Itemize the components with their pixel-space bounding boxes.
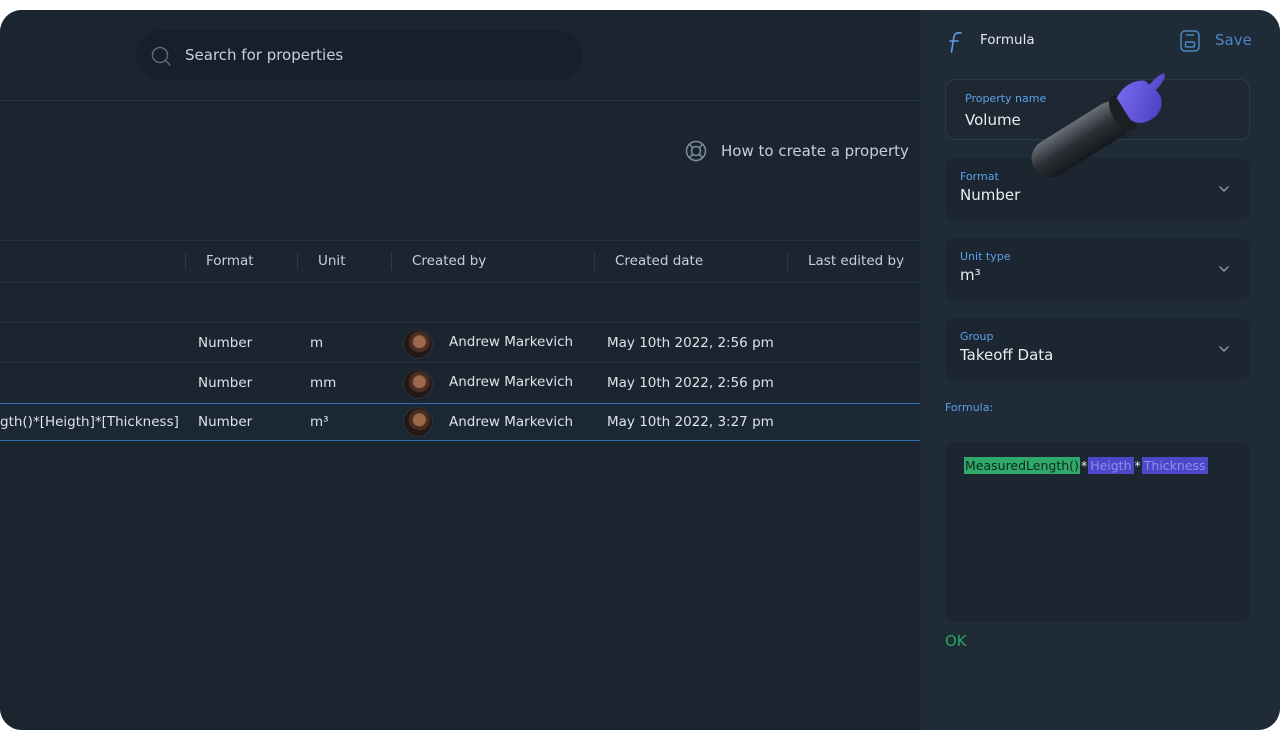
formula-token-property[interactable]: Heigth <box>1088 457 1134 474</box>
format-cell: Number <box>198 414 253 430</box>
formula-token-operator: * <box>1134 458 1141 473</box>
formula-token-function[interactable]: MeasuredLength() <box>964 457 1080 474</box>
selected-value: m³ <box>960 266 981 284</box>
column-separator <box>787 252 788 270</box>
property-name-input[interactable] <box>965 110 1215 130</box>
column-separator <box>297 252 298 270</box>
table-row-selected[interactable]: gth()*[Heigth]*[Thickness] Number m³ And… <box>0 403 920 441</box>
app-window: How to create a property Format Unit Cre… <box>0 10 1280 730</box>
chevron-down-icon <box>1219 186 1229 192</box>
unit-type-select[interactable]: Unit type m³ <box>945 238 1250 300</box>
column-separator <box>391 252 392 270</box>
panel-title: Formula <box>980 32 1035 48</box>
formula-token-property[interactable]: Thickness <box>1141 457 1208 474</box>
created-date-cell: May 10th 2022, 2:56 pm <box>607 375 774 391</box>
column-header-unit[interactable]: Unit <box>318 240 345 282</box>
lifebuoy-icon <box>685 140 707 162</box>
unit-cell: m <box>310 335 324 351</box>
search-icon <box>151 46 171 66</box>
formula-cell: gth()*[Heigth]*[Thickness] <box>0 414 179 430</box>
chevron-down-icon <box>1219 346 1229 352</box>
created-by-cell: Andrew Markevich <box>449 414 574 430</box>
field-label: Format <box>960 170 999 183</box>
column-header-last-edited-by[interactable]: Last edited by <box>808 240 904 282</box>
column-separator <box>594 252 595 270</box>
properties-main: How to create a property Format Unit Cre… <box>0 10 920 730</box>
table-row[interactable]: Number mm Andrew Markevich May 10th 2022… <box>0 363 920 403</box>
field-label: Group <box>960 330 994 343</box>
save-button[interactable]: Save <box>1215 31 1252 49</box>
table-header: Format Unit Created by Created date Last… <box>0 240 920 282</box>
group-select[interactable]: Group Takeoff Data <box>945 318 1250 380</box>
search-input[interactable] <box>185 30 565 80</box>
created-by-cell: Andrew Markevich <box>449 374 574 390</box>
formula-panel: Formula Save Property name Format Number… <box>920 10 1280 730</box>
property-name-field[interactable]: Property name <box>945 79 1250 140</box>
table-row[interactable]: Number m Andrew Markevich May 10th 2022,… <box>0 323 920 363</box>
created-by-cell: Andrew Markevich <box>449 334 574 350</box>
field-label: Unit type <box>960 250 1011 263</box>
column-separator <box>185 252 186 270</box>
unit-cell: m³ <box>310 414 329 430</box>
field-label: Property name <box>965 92 1047 105</box>
avatar <box>403 407 433 437</box>
divider <box>0 282 920 283</box>
formula-status: OK <box>945 632 967 650</box>
avatar <box>403 369 433 399</box>
help-link-label: How to create a property <box>721 142 909 160</box>
formula-editor[interactable]: MeasuredLength() * Heigth * Thickness <box>945 442 1250 622</box>
floppy-disk-icon[interactable] <box>1179 29 1201 53</box>
formula-label: Formula: <box>945 401 994 414</box>
function-icon <box>949 32 962 53</box>
created-date-cell: May 10th 2022, 2:56 pm <box>607 335 774 351</box>
formula-token-operator: * <box>1080 458 1088 473</box>
divider <box>0 100 920 101</box>
column-header-created-by[interactable]: Created by <box>412 240 486 282</box>
format-cell: Number <box>198 375 253 391</box>
selected-value: Takeoff Data <box>960 346 1054 364</box>
avatar <box>403 329 433 359</box>
unit-cell: mm <box>310 375 337 391</box>
chevron-down-icon <box>1219 266 1229 272</box>
search-bar[interactable] <box>136 30 582 80</box>
format-select[interactable]: Format Number <box>945 158 1250 220</box>
formula-expression: MeasuredLength() * Heigth * Thickness <box>964 457 1208 474</box>
format-cell: Number <box>198 335 253 351</box>
created-date-cell: May 10th 2022, 3:27 pm <box>607 414 774 430</box>
how-to-create-property-link[interactable]: How to create a property <box>684 138 909 164</box>
selected-value: Number <box>960 186 1021 204</box>
column-header-format[interactable]: Format <box>206 240 254 282</box>
column-header-created-date[interactable]: Created date <box>615 240 703 282</box>
